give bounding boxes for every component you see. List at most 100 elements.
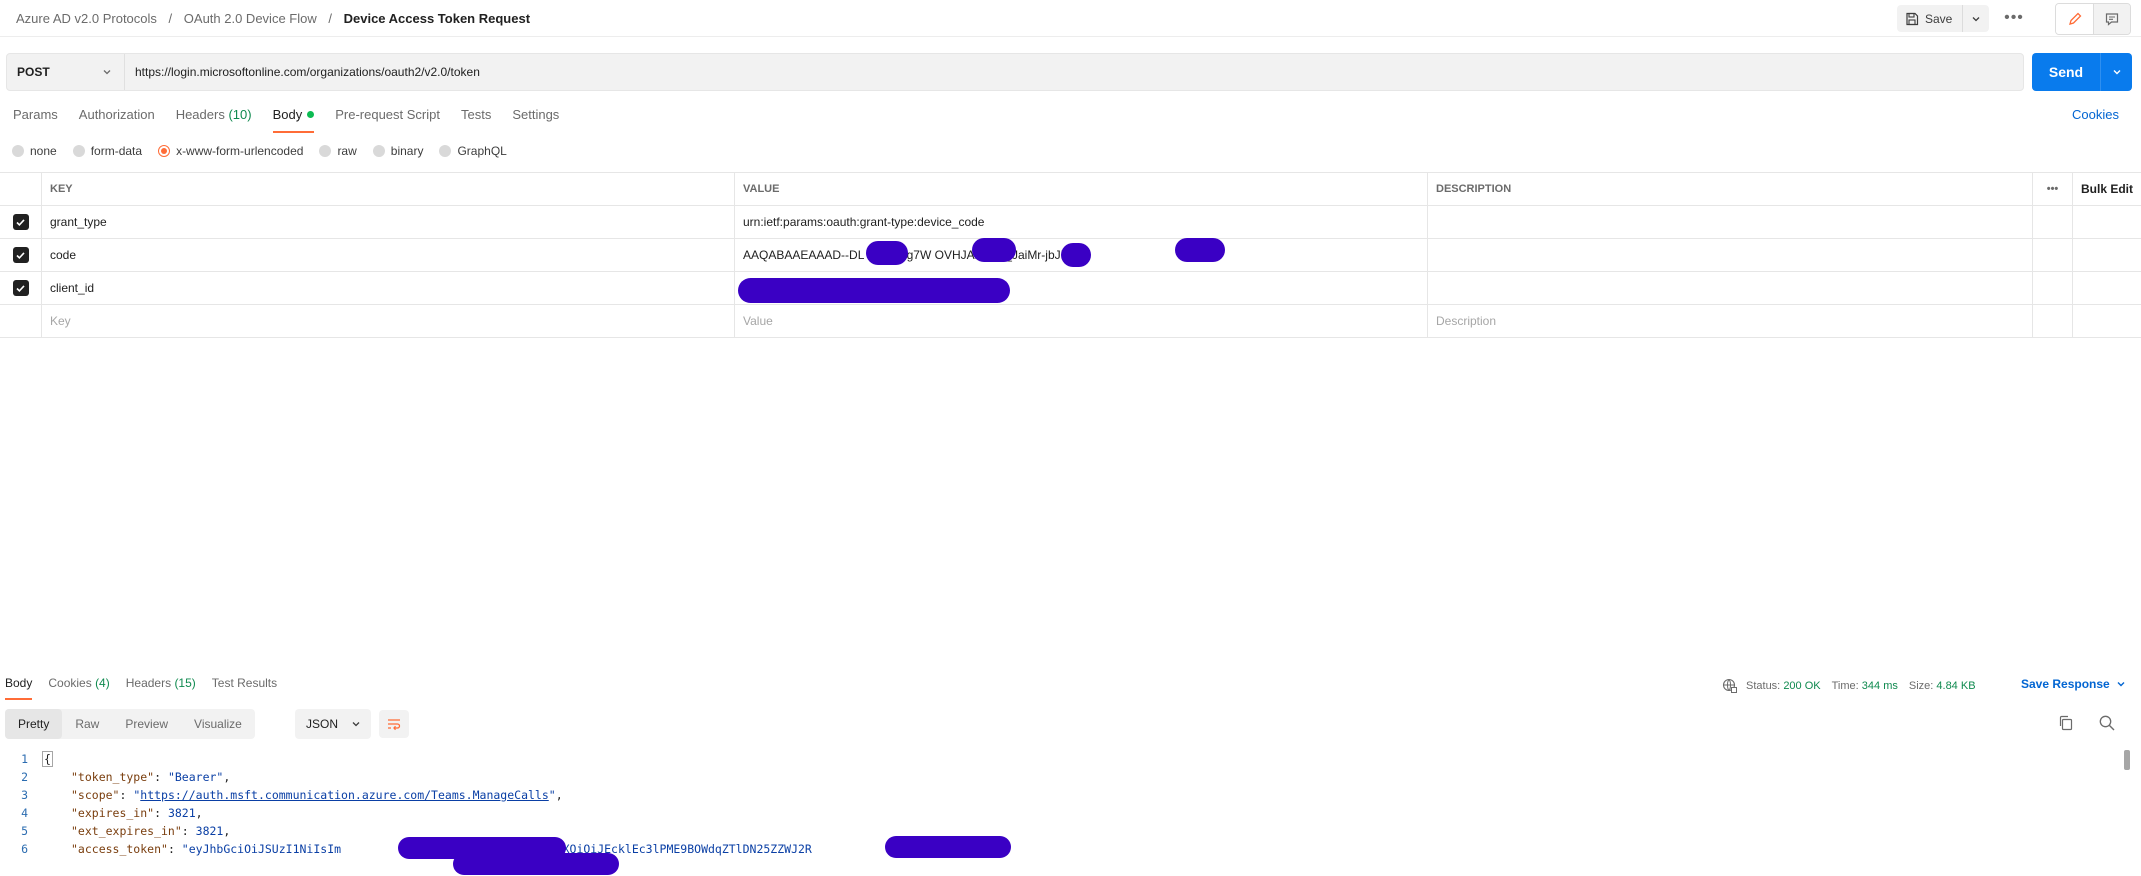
redaction-mark (738, 278, 1010, 303)
chevron-down-icon (2113, 70, 2120, 75)
view-raw[interactable]: Raw (62, 709, 112, 739)
tab-headers[interactable]: Headers (10) (176, 107, 252, 133)
json-quote: " (133, 788, 141, 802)
param-key[interactable]: code (42, 239, 735, 271)
json-key: "scope" (71, 788, 120, 802)
response-tab-headers[interactable]: Headers (15) (126, 676, 196, 700)
json-link-value[interactable]: https://auth.msft.communication.azure.co… (140, 788, 549, 802)
breadcrumb-folder[interactable]: OAuth 2.0 Device Flow (184, 11, 317, 26)
tab-authorization[interactable]: Authorization (79, 107, 155, 133)
save-button[interactable]: Save (1897, 5, 1964, 32)
code-line: 4 "expires_in": 3821, (0, 804, 2120, 822)
response-tab-body[interactable]: Body (5, 676, 33, 700)
time-value[interactable]: 344 ms (1862, 680, 1898, 692)
response-view-toggle: Pretty Raw Preview Visualize (5, 709, 255, 739)
save-options-button[interactable] (1963, 5, 1989, 32)
tab-label: Headers (175, 107, 225, 122)
line-number: 5 (21, 824, 28, 838)
edit-mode-button[interactable] (2056, 4, 2093, 34)
radio-label: form-data (90, 144, 143, 158)
tab-pre-request-script[interactable]: Pre-request Script (335, 107, 440, 133)
radio-label: x-www-form-urlencoded (176, 144, 304, 158)
body-type-form-data[interactable]: form-data (72, 144, 143, 158)
param-key[interactable]: grant_type (42, 206, 735, 238)
save-response-button[interactable]: Save Response (2021, 677, 2126, 691)
check-icon (16, 218, 25, 226)
response-meta: Status: 200 OK Time: 344 ms Size: 4.84 K… (1722, 678, 1976, 694)
method-select[interactable]: POST (7, 54, 125, 90)
globe-icon[interactable] (1722, 678, 1738, 694)
row-check-cell (0, 206, 42, 238)
param-value[interactable]: urn:ietf:params:oauth:grant-type:device_… (735, 206, 1428, 238)
request-header: Azure AD v2.0 Protocols / OAuth 2.0 Devi… (0, 0, 2141, 37)
bulk-edit-button[interactable]: Bulk Edit (2073, 173, 2141, 205)
tab-label: Body (272, 107, 303, 122)
body-type-raw[interactable]: raw (319, 144, 357, 158)
column-options-button[interactable]: ••• (2033, 173, 2073, 205)
row-checkbox[interactable] (12, 280, 29, 296)
send-options-button[interactable] (2100, 53, 2132, 91)
status-value[interactable]: 200 OK (1783, 680, 1820, 692)
view-visualize[interactable]: Visualize (181, 709, 255, 739)
response-tabs: Body Cookies (4) Headers (15) Test Resul… (5, 676, 293, 700)
size-label: Size: (1908, 680, 1934, 692)
breadcrumb-collection[interactable]: Azure AD v2.0 Protocols (16, 11, 157, 26)
request-tabs: Params Authorization Headers (10) Body P… (13, 107, 580, 133)
radio-button (319, 145, 332, 157)
header-value: VALUE (735, 173, 1428, 205)
tab-body[interactable]: Body (272, 107, 315, 133)
format-label: JSON (306, 717, 339, 731)
chevron-down-icon (103, 70, 111, 75)
line-number: 2 (21, 770, 28, 784)
radio-button-selected (158, 145, 171, 157)
param-description[interactable] (1428, 206, 2033, 238)
method-label: POST (17, 65, 50, 79)
row-checkbox[interactable] (12, 247, 29, 263)
param-description[interactable] (1428, 239, 2033, 271)
view-preview[interactable]: Preview (112, 709, 181, 739)
tab-label: Test Results (211, 676, 278, 690)
view-pretty[interactable]: Pretty (5, 709, 63, 739)
tab-params[interactable]: Params (13, 107, 58, 133)
param-key[interactable]: client_id (42, 272, 735, 304)
tab-settings[interactable]: Settings (512, 107, 559, 133)
line-number: 6 (21, 842, 28, 856)
new-description-input[interactable]: Description (1428, 305, 2033, 337)
json-punct: : (119, 788, 134, 802)
more-actions-button[interactable]: ••• (2003, 9, 2025, 27)
body-type-none[interactable]: none (12, 144, 57, 158)
more-icon: ••• (2046, 183, 2059, 195)
json-punct: , (195, 806, 203, 820)
response-tab-test-results[interactable]: Test Results (212, 676, 277, 700)
cookies-link[interactable]: Cookies (2072, 107, 2119, 122)
new-value-input[interactable]: Value (735, 305, 1428, 337)
response-tab-cookies[interactable]: Cookies (4) (48, 676, 109, 700)
format-select[interactable]: JSON (295, 709, 371, 739)
new-key-input[interactable]: Key (42, 305, 735, 337)
url-input[interactable] (125, 54, 2023, 90)
json-key: "ext_expires_in" (71, 824, 182, 838)
wrap-lines-button[interactable] (379, 710, 409, 738)
copy-button[interactable] (2057, 714, 2077, 734)
tab-tests[interactable]: Tests (461, 107, 491, 133)
json-punct: : (154, 806, 168, 820)
row-checkbox[interactable] (12, 214, 29, 230)
search-button[interactable] (2098, 714, 2118, 734)
tab-label: Headers (125, 676, 172, 690)
size-value[interactable]: 4.84 KB (1936, 680, 1975, 692)
param-description[interactable] (1428, 272, 2033, 304)
body-type-binary[interactable]: binary (372, 144, 423, 158)
redaction-mark (972, 238, 1016, 262)
send-button[interactable]: Send (2032, 53, 2100, 91)
save-response-label: Save Response (2021, 677, 2110, 691)
body-type-urlencoded[interactable]: x-www-form-urlencoded (158, 144, 303, 158)
tab-label: Body (5, 676, 33, 690)
send-button-group: Send (2032, 53, 2132, 91)
editor-scrollbar[interactable] (2124, 750, 2130, 770)
tab-label: Cookies (48, 676, 92, 690)
body-type-graphql[interactable]: GraphQL (439, 144, 507, 158)
response-body-editor[interactable]: 1 { 2 "token_type": "Bearer", 3 "scope":… (0, 750, 2120, 858)
request-name[interactable]: Device Access Token Request (344, 11, 530, 26)
comments-button[interactable] (2093, 4, 2130, 34)
breadcrumb-separator: / (168, 11, 173, 26)
